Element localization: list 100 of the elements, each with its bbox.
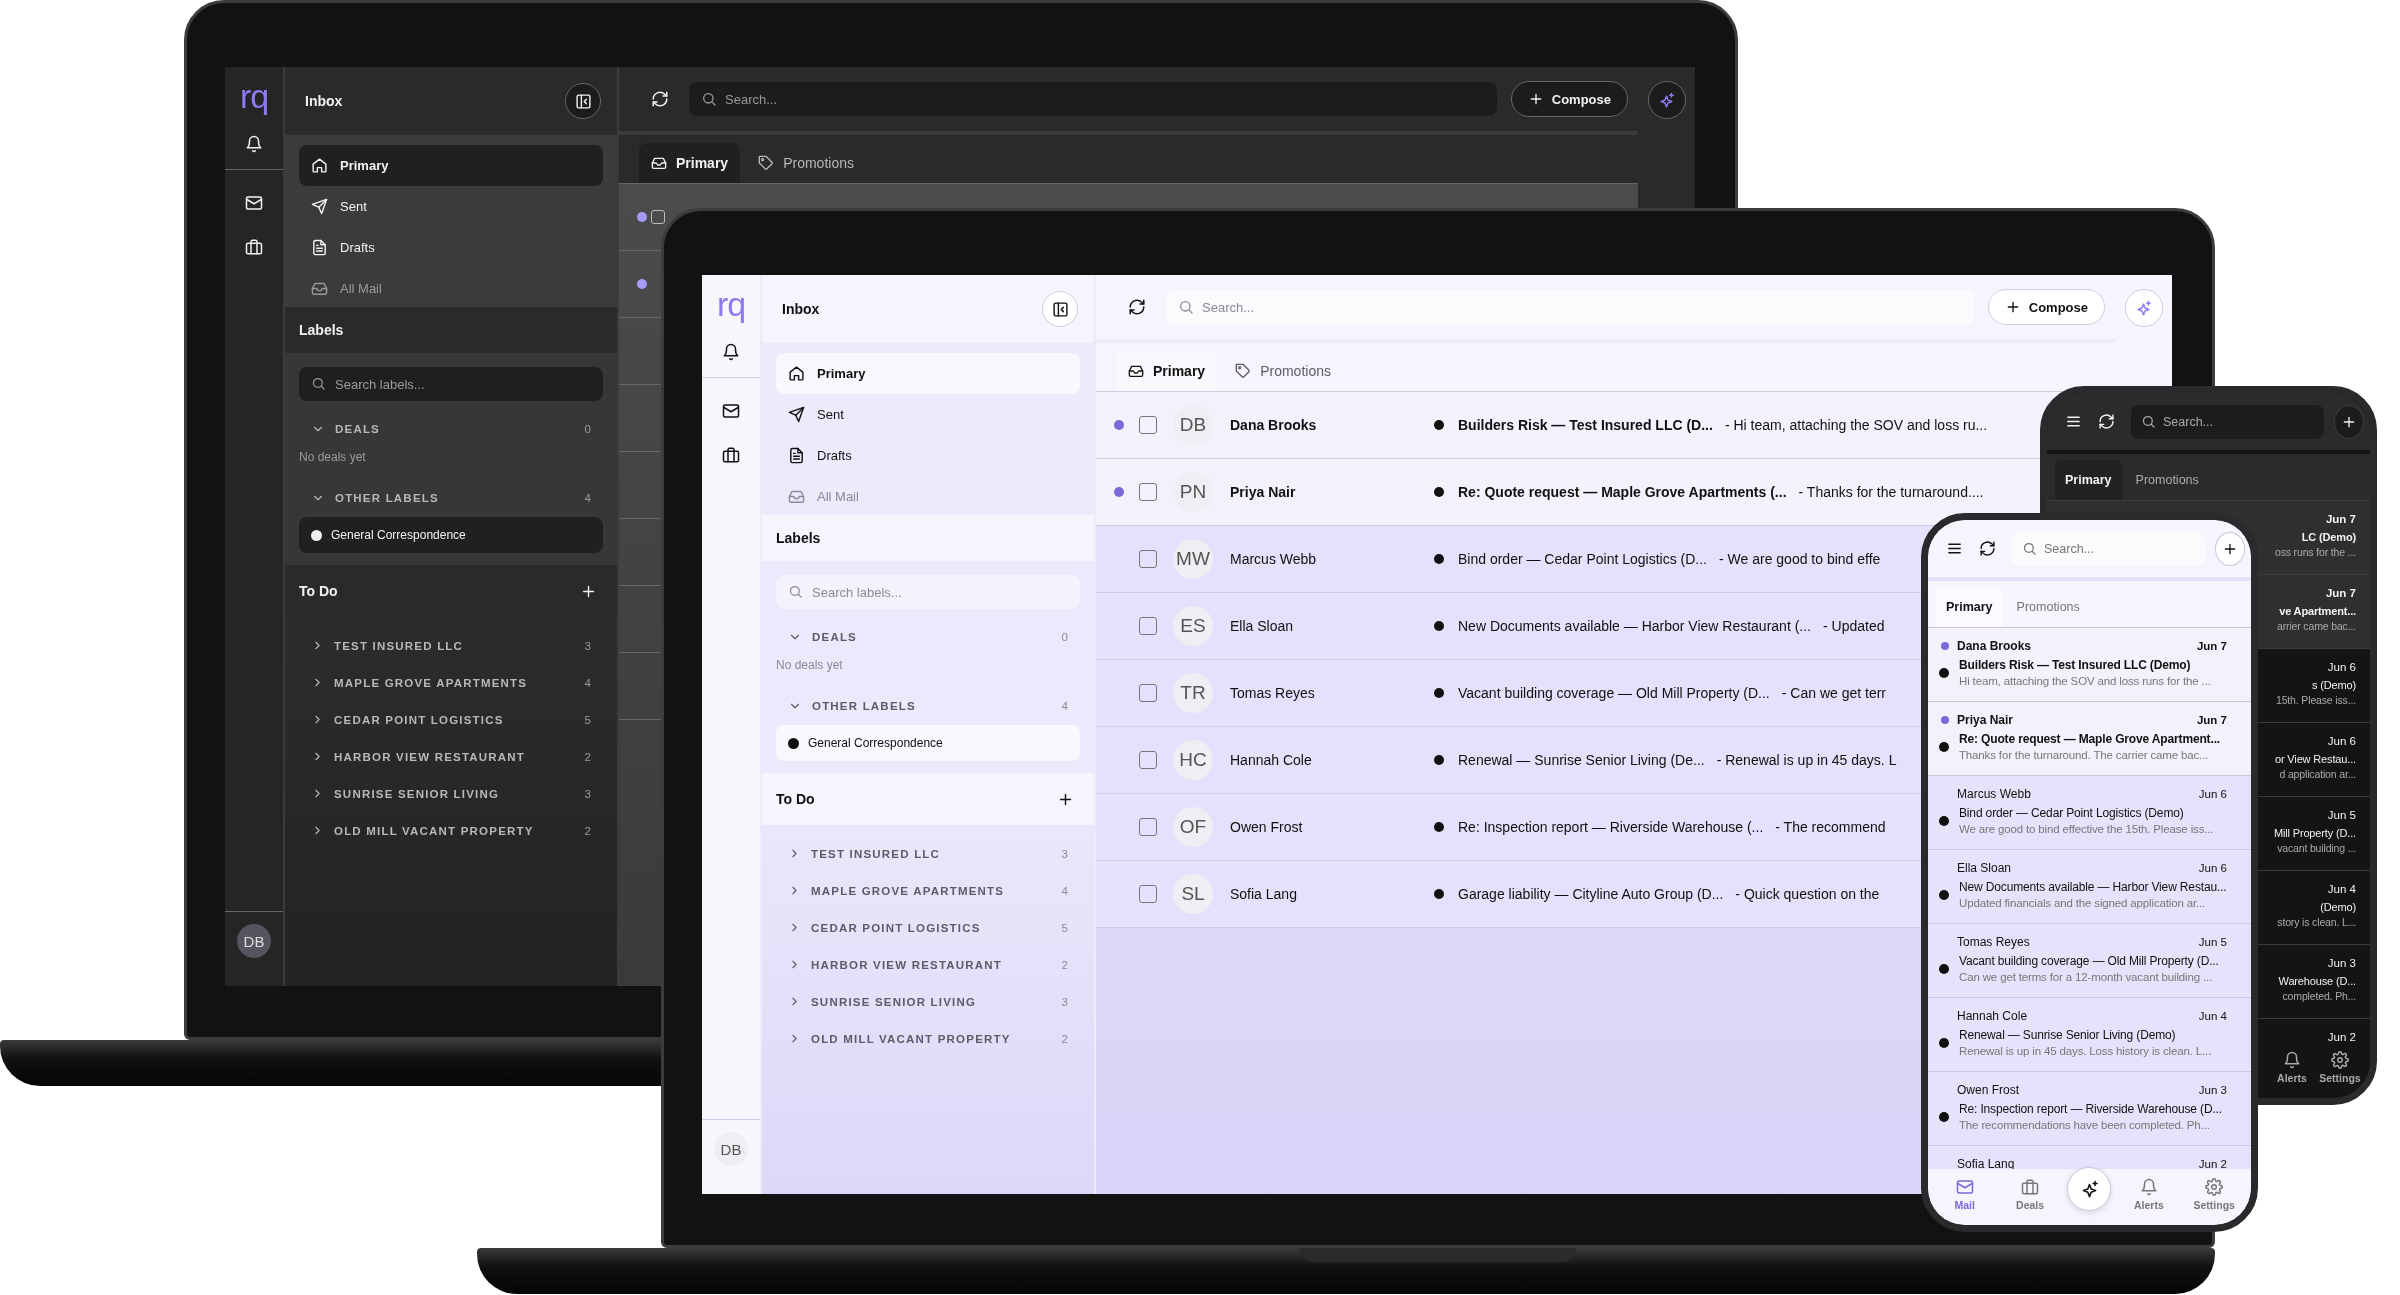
checkbox[interactable] — [1139, 617, 1157, 635]
sender-name: Ella Sloan — [1230, 618, 1295, 634]
user-avatar[interactable]: DB — [237, 924, 271, 958]
label-group-header[interactable]: DEALS 0 — [776, 622, 1080, 652]
todo-item[interactable]: OLD MILL VACANT PROPERTY 2 — [299, 812, 603, 849]
section-header: Labels — [285, 307, 617, 353]
label-dot — [1434, 889, 1444, 899]
collapse-panel-icon — [574, 92, 592, 110]
sender-name: Sofia Lang — [1957, 1157, 2016, 1171]
label-item[interactable]: General Correspondence — [776, 725, 1080, 761]
inbox-tray-icon — [1128, 363, 1144, 379]
folder-item[interactable]: Primary — [776, 353, 1080, 394]
inbox-tab[interactable]: Promotions — [1223, 351, 1343, 391]
folder-item[interactable]: Sent — [776, 394, 1080, 435]
nav-tab[interactable]: Alerts — [2268, 1050, 2316, 1084]
folder-item[interactable]: Drafts — [299, 227, 603, 268]
email-subject: or View Restau... — [2275, 753, 2356, 765]
bell-icon — [2139, 1177, 2158, 1196]
todo-item[interactable]: CEDAR POINT LOGISTICS 5 — [299, 701, 603, 738]
todo-item[interactable]: SUNRISE SENIOR LIVING 3 — [776, 983, 1080, 1020]
inbox-tab[interactable]: Primary — [639, 143, 741, 183]
nav-tab[interactable]: Settings — [2186, 1177, 2243, 1211]
checkbox[interactable] — [1139, 416, 1157, 434]
todo-item[interactable]: SUNRISE SENIOR LIVING 3 — [299, 775, 603, 812]
checkbox[interactable] — [1139, 818, 1157, 836]
checkbox[interactable] — [1139, 751, 1157, 769]
inbox-title: Inbox — [305, 93, 343, 109]
briefcase-icon — [722, 446, 740, 464]
sender-name: Marcus Webb — [1230, 551, 1318, 567]
label-group-header[interactable]: OTHER LABELS 4 — [299, 483, 603, 513]
label-dot — [1434, 487, 1444, 497]
sparkle-icon — [1658, 91, 1675, 109]
section-header: To Do — [776, 791, 815, 807]
todo-item[interactable]: HARBOR VIEW RESTAURANT 2 — [776, 946, 1080, 983]
sender-name: Dana Brooks — [1230, 417, 1318, 433]
email-preview: Can we get terms for a 12-month vacant building ... — [1959, 971, 2213, 983]
sender-name: Hannah Cole — [1957, 1009, 2029, 1023]
todo-item[interactable]: MAPLE GROVE APARTMENTS 4 — [776, 872, 1080, 909]
folder-item[interactable]: Primary — [299, 145, 603, 186]
email-subject: Vacant building coverage — Old Mill Property (D... — [1458, 685, 1770, 701]
checkbox[interactable] — [1139, 550, 1157, 568]
settings-icon — [2331, 1050, 2349, 1069]
email-preview: - Thanks for the turnaround.... — [1798, 484, 1984, 500]
document-icon — [311, 239, 328, 256]
collapse-button[interactable] — [565, 83, 601, 119]
label-group-header[interactable]: OTHER LABELS 4 — [776, 691, 1080, 721]
email-date: Jun 2 — [2327, 1031, 2356, 1043]
todo-item[interactable]: HARBOR VIEW RESTAURANT 2 — [299, 738, 603, 775]
todo-item[interactable]: OLD MILL VACANT PROPERTY 2 — [776, 1020, 1080, 1057]
label-dot — [788, 737, 799, 749]
email-subject: LC (Demo) — [2301, 531, 2356, 543]
compose-button[interactable] — [2334, 404, 2364, 439]
avatar: MW — [1173, 539, 1213, 579]
label-dot — [1939, 741, 1949, 752]
search-field[interactable]: Search... — [689, 82, 1497, 116]
sender-name: Priya Nair — [1957, 713, 2015, 727]
envelope-icon — [722, 402, 740, 420]
checkbox[interactable] — [1139, 483, 1157, 501]
email-date: Jun 7 — [2196, 714, 2227, 726]
email-date: Jun 7 — [2325, 513, 2356, 525]
email-subject: Renewal — Sunrise Senior Living (De... — [1458, 752, 1705, 768]
briefcase-icon — [2021, 1177, 2040, 1196]
label-item[interactable]: General Correspondence — [299, 517, 603, 553]
checkbox[interactable] — [1139, 885, 1157, 903]
checkbox[interactable] — [651, 210, 665, 224]
todo-item[interactable]: MAPLE GROVE APARTMENTS 4 — [299, 664, 603, 701]
nav-tab[interactable]: Deals — [2002, 1177, 2059, 1211]
label-dot — [311, 529, 322, 541]
section-header: To Do — [299, 583, 338, 599]
search-field[interactable]: Search... — [1166, 290, 1974, 324]
email-date: Jun 2 — [2198, 1158, 2227, 1170]
folder-item[interactable]: Sent — [299, 186, 603, 227]
nav-tab[interactable]: Mail — [1936, 1177, 1993, 1211]
compose-button[interactable]: Compose — [1987, 289, 2105, 325]
compose-button[interactable]: Compose — [1510, 81, 1628, 117]
search-field[interactable]: Search... — [2131, 404, 2324, 439]
search-field[interactable]: Search labels... — [776, 575, 1080, 609]
nav-tab[interactable]: Alerts — [2120, 1177, 2177, 1211]
refresh-icon — [1128, 298, 1146, 316]
checkbox[interactable] — [1139, 684, 1157, 702]
search-field[interactable]: Search labels... — [299, 367, 603, 401]
inbox-tab[interactable]: Primary — [2055, 460, 2122, 500]
label-dot — [1434, 621, 1444, 631]
folder-item[interactable]: Drafts — [776, 435, 1080, 476]
nav-tab[interactable]: Settings — [2316, 1050, 2364, 1084]
todo-item[interactable]: TEST INSURED LLC 3 — [776, 835, 1080, 872]
inbox-tab[interactable]: Primary — [1936, 587, 2003, 627]
label-group-header[interactable]: DEALS 0 — [299, 414, 603, 444]
todo-item[interactable]: TEST INSURED LLC 3 — [299, 627, 603, 664]
email-date: Jun 6 — [2198, 788, 2227, 800]
email-date: Jun 7 — [2196, 640, 2227, 652]
inbox-tab[interactable]: Promotions — [746, 143, 866, 183]
user-avatar[interactable]: DB — [714, 1132, 748, 1166]
inbox-tab[interactable]: Promotions — [2006, 587, 2090, 627]
inbox-tab[interactable]: Promotions — [2125, 460, 2209, 500]
search-field[interactable]: Search... — [2012, 531, 2205, 566]
email-date: Jun 5 — [2198, 936, 2227, 948]
email-date: Jun 4 — [2198, 1010, 2227, 1022]
email-subject: Re: Quote request — Maple Grove Apartments (... — [1458, 484, 1787, 500]
todo-item[interactable]: CEDAR POINT LOGISTICS 5 — [776, 909, 1080, 946]
